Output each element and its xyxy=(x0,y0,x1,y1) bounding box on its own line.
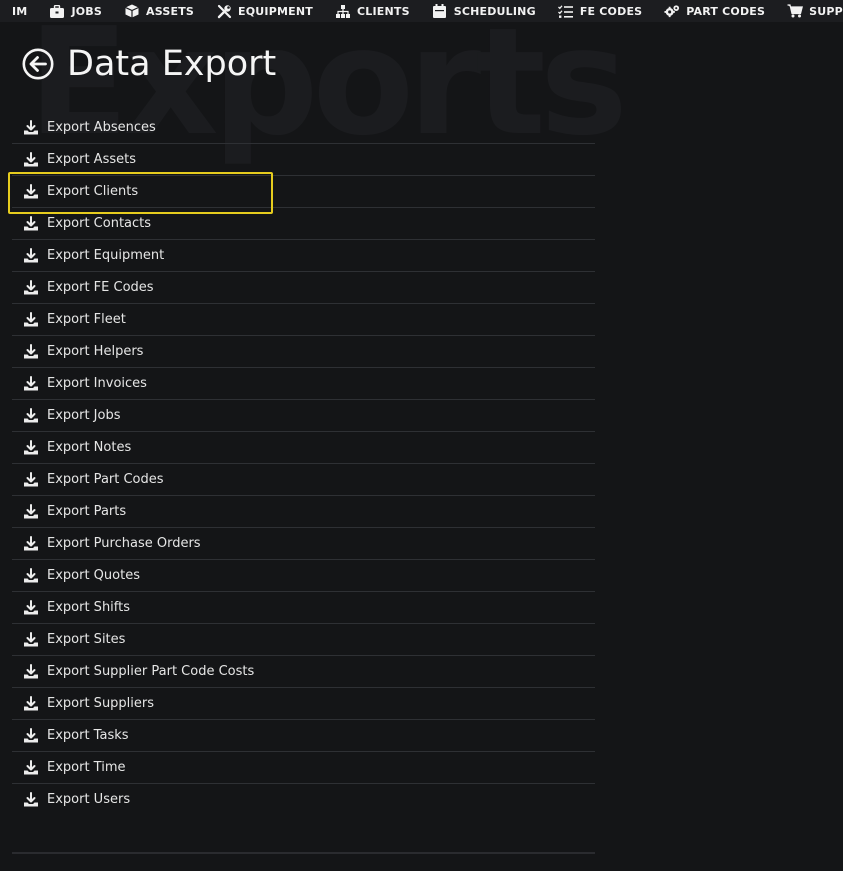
download-icon xyxy=(23,567,39,584)
export-item-assets[interactable]: Export Assets xyxy=(12,144,595,176)
export-item-label: Export Notes xyxy=(47,440,132,455)
export-item-label: Export Assets xyxy=(47,152,136,167)
export-item-label: Export Fleet xyxy=(47,312,126,327)
download-icon xyxy=(23,375,39,392)
download-icon xyxy=(23,407,39,424)
nav-item-suppliers[interactable]: SUPPLIERS xyxy=(775,0,843,22)
export-item-label: Export FE Codes xyxy=(47,280,154,295)
download-icon xyxy=(23,535,39,552)
export-item-purchase-orders[interactable]: Export Purchase Orders xyxy=(12,528,595,560)
download-icon xyxy=(23,503,39,520)
back-arrow-icon[interactable] xyxy=(22,48,54,80)
nav-item-part-codes[interactable]: PART CODES xyxy=(652,0,775,22)
download-icon xyxy=(23,119,39,136)
export-item-label: Export Jobs xyxy=(47,408,121,423)
download-icon xyxy=(23,791,39,808)
export-item-equipment[interactable]: Export Equipment xyxy=(12,240,595,272)
export-item-label: Export Parts xyxy=(47,504,127,519)
export-item-label: Export Time xyxy=(47,760,126,775)
export-item-contacts[interactable]: Export Contacts xyxy=(12,208,595,240)
download-icon xyxy=(23,247,39,264)
download-icon xyxy=(23,151,39,168)
export-item-label: Export Helpers xyxy=(47,344,144,359)
export-item-parts[interactable]: Export Parts xyxy=(12,496,595,528)
export-item-label: Export Quotes xyxy=(47,568,140,583)
export-item-label: Export Suppliers xyxy=(47,696,155,711)
nav-item-label: PART CODES xyxy=(686,4,766,18)
export-item-label: Export Purchase Orders xyxy=(47,536,201,551)
download-icon xyxy=(23,311,39,328)
export-item-jobs[interactable]: Export Jobs xyxy=(12,400,595,432)
export-item-suppliers[interactable]: Export Suppliers xyxy=(12,688,595,720)
export-item-fe-codes[interactable]: Export FE Codes xyxy=(12,272,595,304)
download-icon xyxy=(23,215,39,232)
download-icon xyxy=(23,471,39,488)
export-item-label: Export Invoices xyxy=(47,376,147,391)
export-list: Export Absences Export Assets Export Cli… xyxy=(12,112,595,815)
download-icon xyxy=(23,727,39,744)
export-item-supplier-part-code-costs[interactable]: Export Supplier Part Code Costs xyxy=(12,656,595,688)
cart-icon xyxy=(787,4,804,18)
export-item-label: Export Equipment xyxy=(47,248,165,263)
export-item-label: Export Absences xyxy=(47,120,156,135)
export-item-sites[interactable]: Export Sites xyxy=(12,624,595,656)
export-item-notes[interactable]: Export Notes xyxy=(12,432,595,464)
download-icon xyxy=(23,695,39,712)
export-item-time[interactable]: Export Time xyxy=(12,752,595,784)
export-item-helpers[interactable]: Export Helpers xyxy=(12,336,595,368)
nav-item-label: SUPPLIERS xyxy=(809,4,843,18)
export-item-label: Export Users xyxy=(47,792,131,807)
export-item-label: Export Supplier Part Code Costs xyxy=(47,664,255,679)
export-item-fleet[interactable]: Export Fleet xyxy=(12,304,595,336)
export-item-absences[interactable]: Export Absences xyxy=(12,112,595,144)
export-item-label: Export Clients xyxy=(47,184,139,199)
download-icon xyxy=(23,343,39,360)
export-item-clients[interactable]: Export Clients xyxy=(12,176,595,208)
download-icon xyxy=(23,279,39,296)
page-header: Data Export xyxy=(22,44,276,84)
export-item-label: Export Part Codes xyxy=(47,472,164,487)
download-icon xyxy=(23,439,39,456)
export-item-shifts[interactable]: Export Shifts xyxy=(12,592,595,624)
page-title: Data Export xyxy=(67,44,277,84)
download-icon xyxy=(23,631,39,648)
export-item-invoices[interactable]: Export Invoices xyxy=(12,368,595,400)
gears-icon xyxy=(664,4,680,18)
export-item-part-codes[interactable]: Export Part Codes xyxy=(12,464,595,496)
export-item-tasks[interactable]: Export Tasks xyxy=(12,720,595,752)
export-item-label: Export Contacts xyxy=(47,216,152,231)
download-icon xyxy=(23,663,39,680)
export-item-label: Export Sites xyxy=(47,632,126,647)
export-item-label: Export Shifts xyxy=(47,600,131,615)
export-item-users[interactable]: Export Users xyxy=(12,784,595,815)
export-item-label: Export Tasks xyxy=(47,728,129,743)
export-item-quotes[interactable]: Export Quotes xyxy=(12,560,595,592)
bottom-divider xyxy=(12,852,595,854)
download-icon xyxy=(23,759,39,776)
nav-item-label: IM xyxy=(12,4,28,18)
download-icon xyxy=(23,183,39,200)
download-icon xyxy=(23,599,39,616)
